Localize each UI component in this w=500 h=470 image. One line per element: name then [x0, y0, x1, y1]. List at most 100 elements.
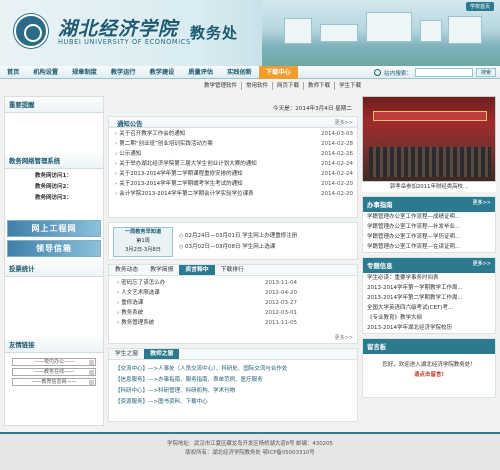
quick-link-student-download[interactable]: 学生下载 [335, 82, 365, 90]
list-item[interactable]: › 重修选课 2012-03-27 [109, 298, 357, 308]
faq-text[interactable]: 密码忘了该怎么办 [121, 280, 165, 286]
photo-caption[interactable]: 郭孝岳参加2011年财经类高校... [362, 182, 496, 192]
school-homepage-link[interactable]: 学校首页 [465, 2, 494, 11]
vote-area [5, 277, 103, 337]
guestbook-link[interactable]: 请点击留言! [363, 370, 495, 380]
tab-faq[interactable]: 资言释中 [179, 265, 215, 275]
service-row[interactable]: 【交流中心】—>人事处（人员交流中心）、科研处、国际交流与合作处 [115, 364, 351, 375]
list-item[interactable]: 学籍管理办公室工作流程—成绩证明... [363, 212, 495, 222]
list-item[interactable]: › 公示通知 2014-02-26 [109, 149, 357, 159]
notice-title: 通知公告 [117, 120, 143, 128]
net-link-1[interactable]: 教务网访问1： [35, 171, 103, 182]
tab-teacher-window[interactable]: 教师之窗 [144, 349, 180, 359]
faq-text[interactable]: 教务管理系统 [121, 320, 154, 326]
building-shape [448, 16, 482, 44]
nav-item-regulations[interactable]: 规章制度 [65, 66, 104, 79]
faq-text[interactable]: 人文艺术限选课 [121, 290, 160, 296]
nav-item-teaching-operation[interactable]: 教学运行 [104, 66, 143, 79]
tab-teaching-news[interactable]: 教务动态 [109, 265, 144, 275]
notice-text[interactable]: 关于2013-2014学年第二学期课程重修安排的通知 [119, 171, 242, 177]
building-shape [420, 20, 442, 42]
list-item[interactable]: › 人文艺术限选课 2012-04-20 [109, 288, 357, 298]
list-item[interactable]: 2013-2014学年第二学期教学工作周... [363, 293, 495, 303]
list-item[interactable]: 学籍管理办公室工作流程—学历证明... [363, 232, 495, 242]
list-item[interactable]: › 教务管理系统 2011-11-05 [109, 318, 357, 328]
net-link-3[interactable]: 教务网访问3： [35, 193, 103, 204]
nav-item-practice-innovation[interactable]: 实践创新 [220, 66, 259, 79]
tab-student-window[interactable]: 学生之窗 [109, 349, 144, 359]
notice-box: 通知公告 更多>> › 关于召开教学工作会的通知 2014-03-03 › 第二期“创… [108, 116, 358, 218]
nav-item-organization[interactable]: 机构设置 [26, 66, 65, 79]
faq-text[interactable]: 教务系统 [121, 310, 143, 316]
nav-item-teaching-construction[interactable]: 教学建设 [143, 66, 182, 79]
university-logo-icon[interactable] [14, 14, 48, 48]
guide-title-text: 办事指南 [367, 201, 393, 209]
list-item[interactable]: 学生必读：重要学事务时间表 [363, 273, 495, 283]
nav-item-home[interactable]: 首页 [0, 66, 26, 79]
calendar-week: 第1周 [136, 238, 150, 244]
notice-text[interactable]: 关于召开教学工作会的通知 [119, 131, 185, 137]
online-project-banner[interactable]: 网上工程网 [7, 220, 101, 237]
list-item[interactable]: 学籍管理办公室工作流程—在读证明... [363, 242, 495, 252]
service-row[interactable]: 【资源服务】—>图书资料、下载中心 [115, 397, 351, 408]
list-item[interactable]: › 密码忘了该怎么办 2013-11-04 [109, 278, 357, 288]
notice-date: 2014-02-24 [321, 171, 353, 177]
search-button[interactable]: 搜索 [475, 68, 496, 77]
notice-date: 2014-03-03 [321, 131, 353, 137]
notice-text[interactable]: 第二期“创业班”创业培训实践活动方案 [119, 141, 213, 147]
vote-title: 投票统计 [5, 261, 103, 277]
campus-banner-image [262, 0, 500, 66]
topics-more-link[interactable]: 更多>> [473, 260, 491, 267]
quick-link-common-software[interactable]: 常用软件 [242, 82, 274, 90]
academic-online-select[interactable]: ——教务在线—— [12, 368, 96, 376]
calendar-item[interactable]: ◇ 03月02日—03月08日 学生网上选课 [179, 242, 297, 253]
building-shape [320, 24, 358, 42]
tab-teaching-briefing[interactable]: 教学简报 [144, 265, 179, 275]
notice-text[interactable]: 会计学院2013-2014学年第二学期会计学实验学位课表 [119, 191, 253, 197]
stage-banner-shape [373, 111, 487, 121]
building-shape [284, 18, 312, 44]
nav-item-quality-evaluation[interactable]: 质量评估 [181, 66, 220, 79]
campus-office-select[interactable]: ——校内办公—— [12, 358, 96, 366]
notice-more-link[interactable]: 更多>> [335, 119, 353, 126]
list-item[interactable]: 2013-2014学年第一学期教学工作周... [363, 283, 495, 293]
notice-text[interactable]: 公示通知 [119, 151, 141, 157]
list-item[interactable]: › 关于举办湖北经济学院第三届大学生创业计划大赛的通知 2014-02-24 [109, 159, 357, 169]
quick-link-web-download[interactable]: 网页下载 [273, 82, 305, 90]
quick-link-teaching-software[interactable]: 教学管理软件 [200, 82, 243, 90]
service-row[interactable]: 【信息服务】—>办事指南、服务指南、表单范例、医疗服务 [115, 375, 351, 386]
net-link-2[interactable]: 教务网访问2： [35, 182, 103, 193]
list-item[interactable]: 2013-2014学年湖北经济学院校历 [363, 323, 495, 333]
tab-download-ranking[interactable]: 下载排行 [215, 265, 250, 275]
news-photo[interactable] [362, 96, 496, 182]
right-sidebar: 郭孝岳参加2011年财经类高校... 办事指南 更多>> 学籍管理办公室工作流程—… [362, 96, 496, 426]
list-item[interactable]: › 教务系统 2012-03-01 [109, 308, 357, 318]
faq-text[interactable]: 重修选课 [121, 300, 143, 306]
main-nav: 首页 机构设置 规章制度 教学运行 教学建设 质量评估 实践创新 下载中心 站内… [0, 65, 500, 79]
guide-more-link[interactable]: 更多>> [473, 199, 491, 206]
faq-date: 2012-04-20 [265, 290, 297, 296]
notice-text[interactable]: 关于举办湖北经济学院第三届大学生创业计划大赛的通知 [119, 161, 257, 167]
list-item[interactable]: 《专业教育》教学大纲 [363, 313, 495, 323]
list-item[interactable]: › 会计学院2013-2014学年第二学期会计学实验学位课表 2014-02-20 [109, 189, 357, 199]
dynamics-tabs: 教务动态 教学简报 资言释中 下载排行 [109, 265, 357, 276]
faq-more-link[interactable]: 更多>> [335, 334, 353, 341]
search-input[interactable] [414, 68, 473, 77]
list-item[interactable]: › 关于召开教学工作会的通知 2014-03-03 [109, 129, 357, 139]
calendar-item[interactable]: ◇ 02月24日—03月01日 学生网上办理重修注册 [179, 231, 297, 242]
friendly-links-title: 友情链接 [5, 337, 103, 353]
education-info-select[interactable]: ——教育信息网—— [12, 378, 96, 386]
quick-link-teacher-download[interactable]: 教师下载 [304, 82, 336, 90]
site-header: 湖北经济学院 HUBEI UNIVERSITY OF ECONOMICS 教务处… [0, 0, 500, 66]
service-row[interactable]: 【科研中心】—>科研管理、科研机构、学术刊物 [115, 386, 351, 397]
week-calendar: 一周教务早知道 第1周 3月2日-3月8日 [113, 227, 173, 257]
list-item[interactable]: › 关于2013-2014学年第二学期缓考学生考试的通知 2014-02-20 [109, 179, 357, 189]
list-item[interactable]: › 第二期“创业班”创业培训实践活动方案 2014-02-28 [109, 139, 357, 149]
list-item[interactable]: › 关于2013-2014学年第二学期课程重修安排的通知 2014-02-24 [109, 169, 357, 179]
notice-text[interactable]: 关于2013-2014学年第二学期缓考学生考试的通知 [119, 181, 242, 187]
nav-item-download-center[interactable]: 下载中心 [258, 65, 298, 79]
list-item[interactable]: 全国大学英语四六级考试(CET)考... [363, 303, 495, 313]
list-item[interactable]: 学籍管理办公室工作流程—补发毕业... [363, 222, 495, 232]
leader-mailbox-banner[interactable]: 领导信箱 [7, 240, 101, 257]
page: 湖北经济学院 HUBEI UNIVERSITY OF ECONOMICS 教务处… [0, 0, 500, 470]
